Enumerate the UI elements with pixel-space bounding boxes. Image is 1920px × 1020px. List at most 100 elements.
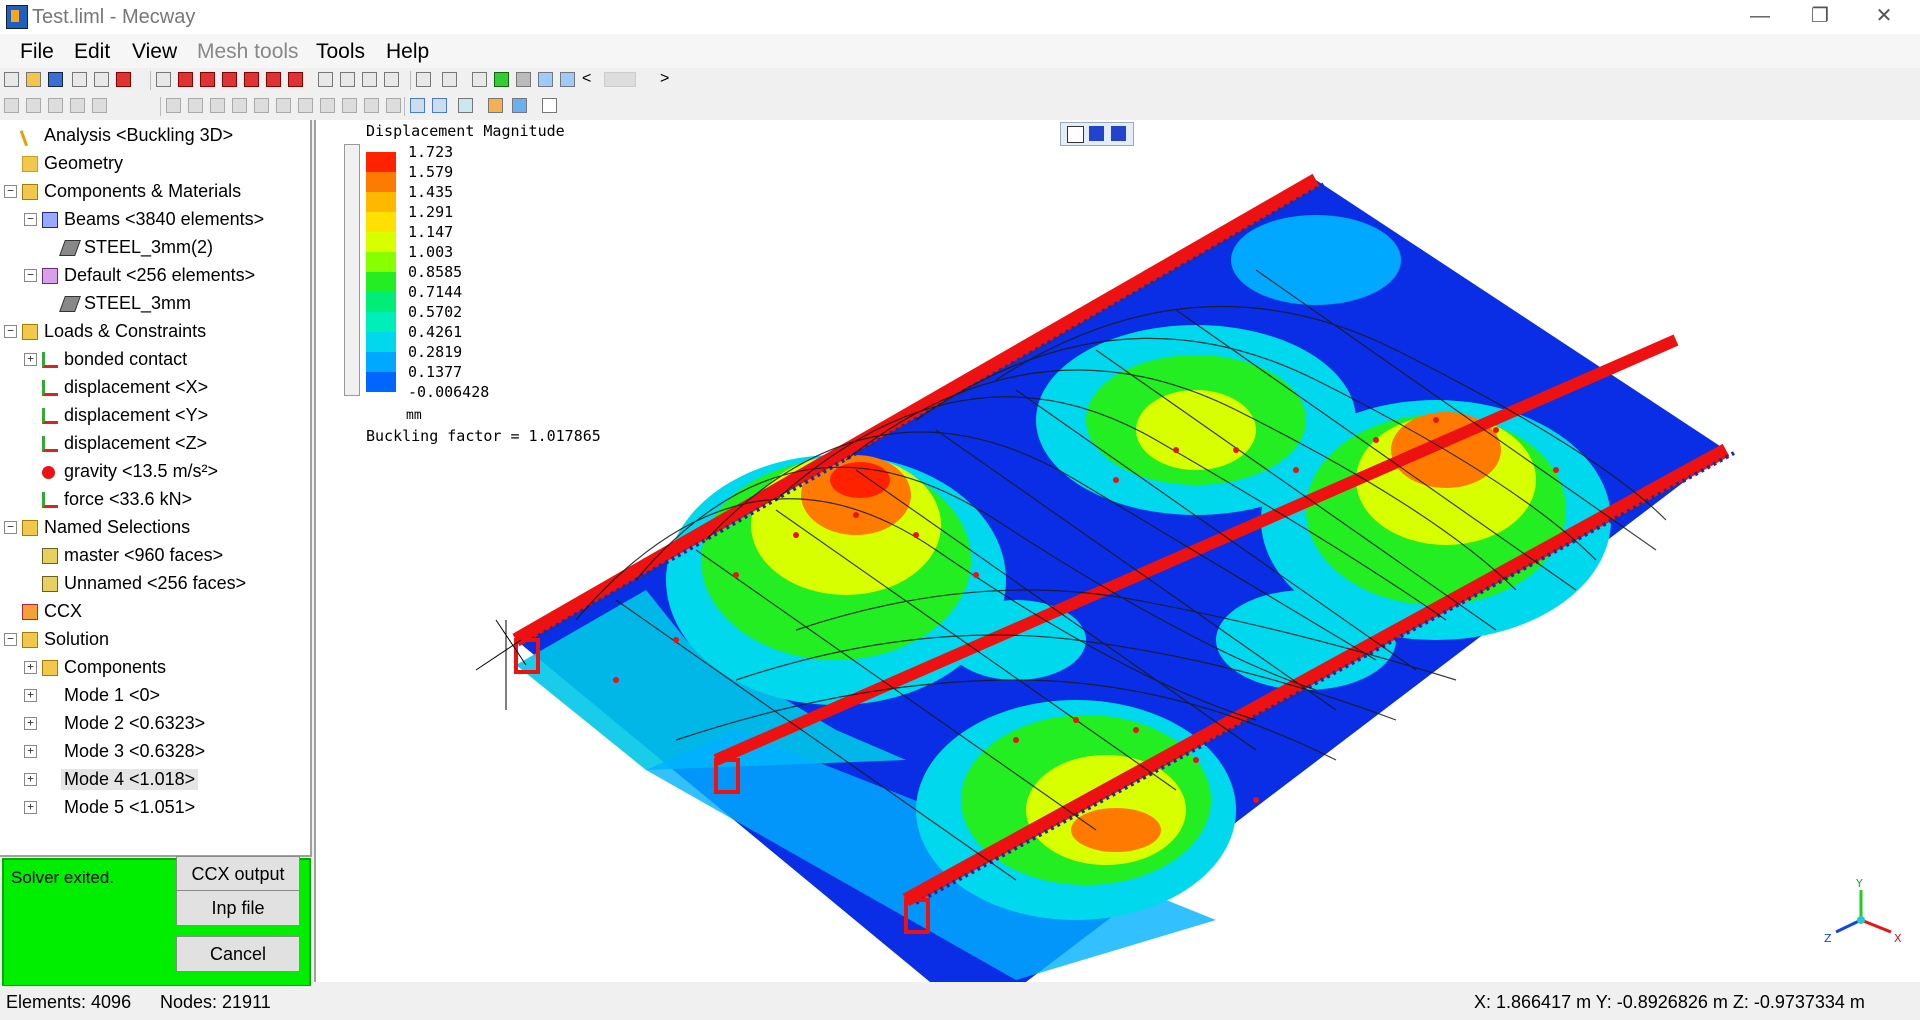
title-bar: Test.liml - Mecway — ❐ ✕	[0, 0, 1920, 34]
refine-icon[interactable]	[166, 98, 181, 113]
legend-value: 1.003	[408, 243, 454, 261]
new-file-icon[interactable]	[4, 72, 19, 87]
menu-edit[interactable]: Edit	[74, 40, 110, 64]
close-button[interactable]: ✕	[1854, 0, 1914, 34]
legend-value: 0.7144	[408, 283, 463, 301]
tetra-icon[interactable]	[386, 98, 401, 113]
menu-file[interactable]: File	[20, 40, 54, 64]
merge-icon[interactable]	[254, 98, 269, 113]
components-icon	[42, 660, 58, 676]
elements-count: Elements: 4096	[6, 992, 132, 1012]
undeformed-icon[interactable]	[458, 98, 473, 113]
expand-icon[interactable]: +	[24, 745, 37, 758]
legend-swatch	[366, 152, 396, 172]
open-file-icon[interactable]	[26, 72, 41, 87]
split-icon[interactable]	[276, 98, 291, 113]
invert-icon[interactable]	[92, 98, 107, 113]
expand-icon[interactable]: +	[24, 773, 37, 786]
shrink-icon[interactable]	[26, 98, 41, 113]
view-back-icon[interactable]	[200, 72, 215, 87]
redo-icon[interactable]	[94, 72, 109, 87]
undo-icon[interactable]	[72, 72, 87, 87]
cancel-button[interactable]: Cancel	[176, 936, 300, 972]
minimize-button[interactable]: —	[1730, 0, 1790, 34]
show-icon[interactable]	[70, 98, 85, 113]
material-icon	[59, 240, 81, 256]
expand-icon[interactable]: +	[24, 661, 37, 674]
select-mode-icon[interactable]	[416, 72, 431, 87]
animation-slider[interactable]	[604, 72, 636, 87]
view-right-icon[interactable]	[244, 72, 259, 87]
nodes-count: Nodes: 21911	[160, 992, 271, 1012]
legend-scroll-track[interactable]	[344, 144, 360, 396]
collapse-icon[interactable]: −	[4, 185, 17, 198]
nodes-icon[interactable]	[342, 98, 357, 113]
extrude-icon[interactable]	[188, 98, 203, 113]
select-nodes-icon[interactable]	[442, 72, 457, 87]
analysis-icon	[19, 125, 41, 147]
svg-text:X: X	[1894, 932, 1902, 945]
table-icon[interactable]	[542, 98, 557, 113]
zoom-fit-icon[interactable]	[318, 72, 333, 87]
tools-icon[interactable]	[320, 98, 335, 113]
view-bottom-icon[interactable]	[288, 72, 303, 87]
expand-icon[interactable]: +	[24, 353, 37, 366]
menu-tools[interactable]: Tools	[316, 40, 365, 64]
view-top-icon[interactable]	[266, 72, 281, 87]
axis-triad-icon: Y X Z	[1824, 877, 1902, 945]
legend-icon[interactable]	[512, 98, 527, 113]
solve-icon[interactable]	[116, 72, 131, 87]
explode-icon[interactable]	[4, 98, 19, 113]
measure-icon[interactable]	[298, 98, 313, 113]
collapse-icon[interactable]: −	[24, 269, 37, 282]
solver-status: Solver exited.	[11, 868, 114, 887]
legend-swatch	[366, 212, 396, 232]
hide-icon[interactable]	[48, 98, 63, 113]
expand-icon[interactable]: +	[24, 689, 37, 702]
shaded-cube-icon[interactable]	[1111, 126, 1126, 141]
wireframe-icon[interactable]	[472, 72, 487, 87]
line-style-icon[interactable]	[410, 98, 425, 113]
collapse-icon[interactable]: −	[4, 633, 17, 646]
shaded-icon[interactable]	[516, 72, 531, 87]
folder-icon	[22, 156, 38, 172]
inp-file-button[interactable]: Inp file	[176, 890, 300, 926]
deformed-shape-icon[interactable]	[432, 98, 447, 113]
pan-icon[interactable]	[384, 72, 399, 87]
prev-arrow-icon[interactable]: <	[582, 70, 597, 87]
legend-value: 0.4261	[408, 323, 463, 341]
restore-button[interactable]: ❐	[1790, 0, 1850, 34]
surface-icon[interactable]	[494, 72, 509, 87]
menu-view[interactable]: View	[132, 40, 177, 64]
save-icon[interactable]	[48, 72, 63, 87]
expand-icon[interactable]: +	[24, 717, 37, 730]
view-left-icon[interactable]	[222, 72, 237, 87]
fea-mesh-plot[interactable]: Y X Z	[316, 120, 1920, 1020]
graphics-viewport[interactable]: Y X Z	[314, 120, 1920, 1020]
edges-icon[interactable]	[538, 72, 553, 87]
next-arrow-icon[interactable]: >	[660, 70, 675, 87]
ccx-output-button[interactable]: CCX output	[176, 856, 300, 892]
contour-icon[interactable]	[488, 98, 503, 113]
loads-icon	[22, 324, 38, 340]
solid-cube-icon[interactable]	[1089, 126, 1104, 141]
expand-icon[interactable]: +	[24, 801, 37, 814]
zoom-icon[interactable]	[340, 72, 355, 87]
wireframe-cube-icon[interactable]	[1067, 126, 1084, 143]
collapse-icon[interactable]: −	[24, 213, 37, 226]
view-front-icon[interactable]	[178, 72, 193, 87]
transparent-icon[interactable]	[560, 72, 575, 87]
legend-value: 1.291	[408, 203, 454, 221]
menu-mesh-tools[interactable]: Mesh tools	[197, 40, 299, 64]
rotate-icon[interactable]	[362, 72, 377, 87]
collapse-icon[interactable]: −	[4, 521, 17, 534]
menu-bar: File Edit View Mesh tools Tools Help	[0, 34, 1920, 68]
legend-value: 1.147	[408, 223, 454, 241]
revolve-icon[interactable]	[210, 98, 225, 113]
mirror-icon[interactable]	[232, 98, 247, 113]
toolbar-mesh	[0, 94, 1920, 120]
triangle-icon[interactable]	[364, 98, 379, 113]
menu-help[interactable]: Help	[386, 40, 429, 64]
collapse-icon[interactable]: −	[4, 325, 17, 338]
view-iso-icon[interactable]	[156, 72, 171, 87]
